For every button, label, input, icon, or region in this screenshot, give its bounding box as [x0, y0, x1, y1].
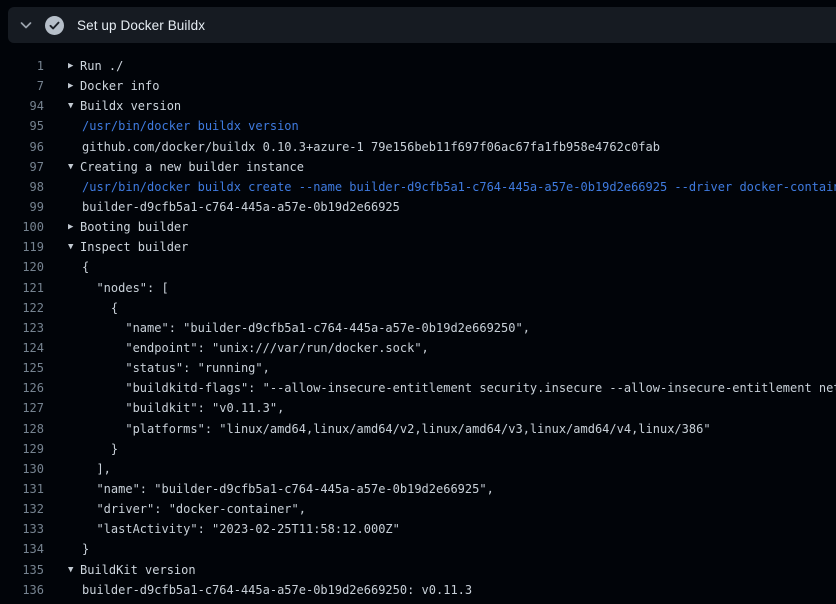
- line-number[interactable]: 136: [0, 580, 44, 600]
- line-number[interactable]: 99: [0, 197, 44, 217]
- triangle-down-icon[interactable]: ▼: [68, 96, 80, 116]
- log-text: Run ./: [80, 56, 123, 76]
- line-number[interactable]: 128: [0, 419, 44, 439]
- log-line: 134}: [0, 539, 836, 559]
- log-text: Buildx version: [80, 96, 181, 116]
- line-number[interactable]: 94: [0, 96, 44, 116]
- log-command-text: /usr/bin/docker buildx version: [82, 116, 299, 136]
- log-line: 128 "platforms": "linux/amd64,linux/amd6…: [0, 419, 836, 439]
- step-header[interactable]: Set up Docker Buildx: [8, 7, 836, 43]
- log-text: Creating a new builder instance: [80, 157, 304, 177]
- log-line: 98/usr/bin/docker buildx create --name b…: [0, 177, 836, 197]
- log-line: 120 {: [0, 257, 836, 277]
- log-text: "driver": "docker-container",: [82, 499, 306, 519]
- log-text: }: [82, 539, 89, 559]
- line-number[interactable]: 131: [0, 479, 44, 499]
- check-circle-icon: [45, 16, 64, 35]
- log-group-line[interactable]: 94 ▼Buildx version: [0, 96, 836, 116]
- line-number[interactable]: 133: [0, 519, 44, 539]
- line-number[interactable]: 96: [0, 137, 44, 157]
- log-text: "nodes": [: [82, 278, 169, 298]
- line-number[interactable]: 98: [0, 177, 44, 197]
- line-number[interactable]: 129: [0, 439, 44, 459]
- triangle-right-icon[interactable]: ▶: [68, 56, 80, 76]
- log-line: 130 ],: [0, 459, 836, 479]
- triangle-down-icon[interactable]: ▼: [68, 237, 80, 257]
- log-line: 131 "name": "builder-d9cfb5a1-c764-445a-…: [0, 479, 836, 499]
- log-text: "name": "builder-d9cfb5a1-c764-445a-a57e…: [82, 318, 530, 338]
- line-number[interactable]: 132: [0, 499, 44, 519]
- triangle-right-icon[interactable]: ▶: [68, 217, 80, 237]
- line-number[interactable]: 124: [0, 338, 44, 358]
- line-number[interactable]: 95: [0, 116, 44, 136]
- triangle-right-icon[interactable]: ▶: [68, 76, 80, 96]
- log-line: 132 "driver": "docker-container",: [0, 499, 836, 519]
- line-number[interactable]: 126: [0, 378, 44, 398]
- line-number[interactable]: 100: [0, 217, 44, 237]
- log-text: {: [82, 298, 118, 318]
- step-title: Set up Docker Buildx: [77, 18, 205, 33]
- line-number[interactable]: 97: [0, 157, 44, 177]
- log-line: 127 "buildkit": "v0.11.3",: [0, 398, 836, 418]
- log-text: builder-d9cfb5a1-c764-445a-a57e-0b19d2e6…: [82, 197, 400, 217]
- line-number[interactable]: 135: [0, 560, 44, 580]
- log-line: 136 builder-d9cfb5a1-c764-445a-a57e-0b19d…: [0, 580, 836, 600]
- log-group-line[interactable]: 97 ▼Creating a new builder instance: [0, 157, 836, 177]
- line-number[interactable]: 121: [0, 278, 44, 298]
- line-number[interactable]: 122: [0, 298, 44, 318]
- log-line: 126 "buildkitd-flags": "--allow-insecure…: [0, 378, 836, 398]
- log-line: 99 builder-d9cfb5a1-c764-445a-a57e-0b19d2…: [0, 197, 836, 217]
- log-line: 129 }: [0, 439, 836, 459]
- log-text: Booting builder: [80, 217, 188, 237]
- log-text: Docker info: [80, 76, 159, 96]
- log-group-line[interactable]: 119 ▼Inspect builder: [0, 237, 836, 257]
- line-number[interactable]: 119: [0, 237, 44, 257]
- line-number[interactable]: 123: [0, 318, 44, 338]
- log-text: "name": "builder-d9cfb5a1-c764-445a-a57e…: [82, 479, 494, 499]
- line-number[interactable]: 125: [0, 358, 44, 378]
- line-number[interactable]: 134: [0, 539, 44, 559]
- log-group-line[interactable]: 7 ▶Docker info: [0, 76, 836, 96]
- log-line: 95/usr/bin/docker buildx version: [0, 116, 836, 136]
- line-number[interactable]: 130: [0, 459, 44, 479]
- log-group-line[interactable]: 1 ▶Run ./: [0, 56, 836, 76]
- triangle-down-icon[interactable]: ▼: [68, 560, 80, 580]
- line-number[interactable]: 7: [0, 76, 44, 96]
- log-text: BuildKit version: [80, 560, 196, 580]
- log-text: ],: [82, 459, 111, 479]
- log-group-line[interactable]: 135 ▼BuildKit version: [0, 560, 836, 580]
- log-line: 125 "status": "running",: [0, 358, 836, 378]
- log-text: Inspect builder: [80, 237, 188, 257]
- line-number[interactable]: 127: [0, 398, 44, 418]
- log-text: }: [82, 439, 118, 459]
- log-text: "status": "running",: [82, 358, 270, 378]
- log-line: 124 "endpoint": "unix:///var/run/docker.…: [0, 338, 836, 358]
- log-text: {: [82, 257, 89, 277]
- log-command-text: /usr/bin/docker buildx create --name bui…: [82, 177, 836, 197]
- log-text: builder-d9cfb5a1-c764-445a-a57e-0b19d2e6…: [82, 580, 472, 600]
- log-lines-container: 1▶Run ./7▶Docker info94▼Buildx version95…: [0, 56, 836, 600]
- log-line: 121 "nodes": [: [0, 278, 836, 298]
- line-number[interactable]: 1: [0, 56, 44, 76]
- log-text: github.com/docker/buildx 0.10.3+azure-1 …: [82, 137, 660, 157]
- log-text: "lastActivity": "2023-02-25T11:58:12.000…: [82, 519, 400, 539]
- log-line: 96 github.com/docker/buildx 0.10.3+azure-…: [0, 137, 836, 157]
- log-line: 122 {: [0, 298, 836, 318]
- log-text: "buildkit": "v0.11.3",: [82, 398, 284, 418]
- chevron-down-icon[interactable]: [18, 17, 34, 33]
- log-group-line[interactable]: 100 ▶Booting builder: [0, 217, 836, 237]
- log-text: "platforms": "linux/amd64,linux/amd64/v2…: [82, 419, 711, 439]
- line-number[interactable]: 120: [0, 257, 44, 277]
- triangle-down-icon[interactable]: ▼: [68, 157, 80, 177]
- log-line: 123 "name": "builder-d9cfb5a1-c764-445a-…: [0, 318, 836, 338]
- log-text: "buildkitd-flags": "--allow-insecure-ent…: [82, 378, 836, 398]
- log-line: 133 "lastActivity": "2023-02-25T11:58:12…: [0, 519, 836, 539]
- log-text: "endpoint": "unix:///var/run/docker.sock…: [82, 338, 429, 358]
